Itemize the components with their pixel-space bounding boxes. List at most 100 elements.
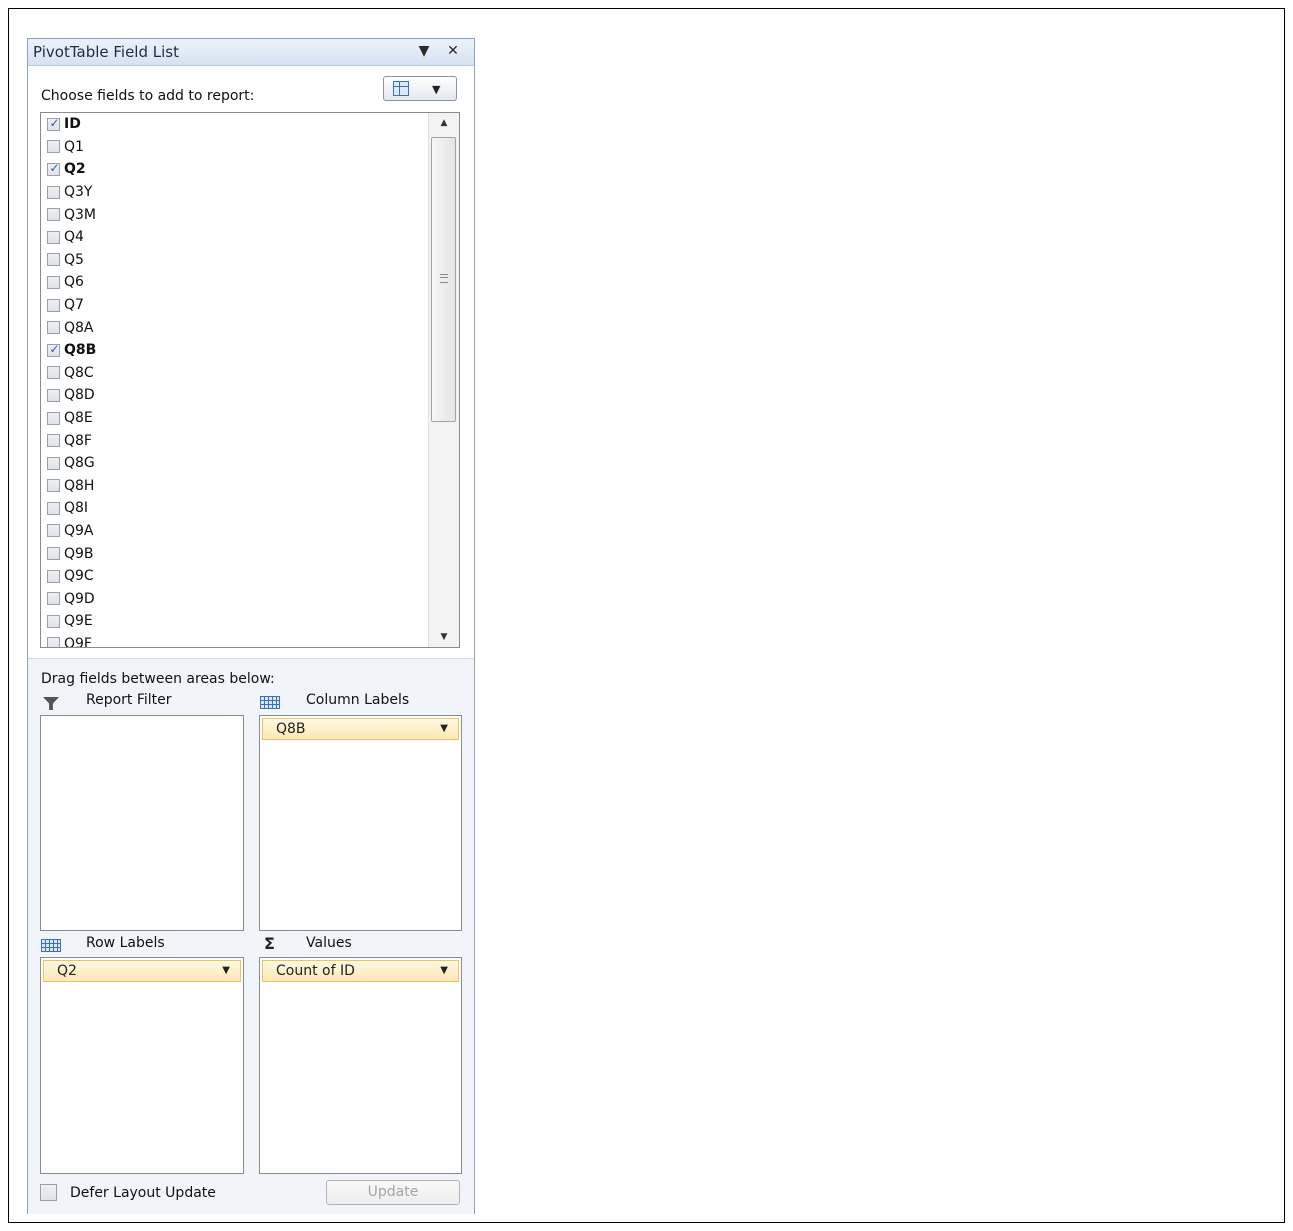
field-label: Q8A	[64, 319, 94, 336]
defer-layout-label: Defer Layout Update	[70, 1184, 216, 1201]
scroll-grip-icon	[440, 274, 448, 283]
check-icon: ✓	[49, 115, 60, 130]
field-item-q1[interactable]: Q1	[41, 136, 429, 159]
scroll-thumb[interactable]	[431, 137, 456, 422]
field-item-q9b[interactable]: Q9B	[41, 542, 429, 565]
field-label: Q8H	[64, 477, 95, 494]
field-checkbox[interactable]	[47, 456, 60, 470]
pane-titlebar: PivotTable Field List ▼ ✕	[28, 39, 474, 66]
field-item-q9d[interactable]: Q9D	[41, 587, 429, 610]
field-checkbox[interactable]: ✓	[47, 341, 60, 357]
field-item-q8f[interactable]: Q8F	[41, 429, 429, 452]
values-field-chip-count-of-id[interactable]: Count of ID ▼	[262, 960, 459, 982]
areas-section: Drag fields between areas below: Report …	[28, 658, 474, 1214]
field-item-q9e[interactable]: Q9E	[41, 610, 429, 633]
field-item-q8c[interactable]: Q8C	[41, 362, 429, 385]
field-list-scrollbar[interactable]: ▲ ▼	[428, 113, 459, 647]
field-item-q7[interactable]: Q7	[41, 294, 429, 317]
field-checkbox[interactable]	[47, 208, 60, 222]
column-labels-title: Column Labels	[306, 692, 410, 708]
field-label: Q4	[64, 229, 84, 246]
pane-options-chevron-down-icon[interactable]: ▼	[415, 42, 433, 60]
field-label: Q8G	[64, 455, 95, 472]
field-checkbox[interactable]	[47, 479, 60, 493]
field-checkbox[interactable]	[47, 592, 60, 606]
scroll-up-arrow-icon[interactable]: ▲	[429, 113, 459, 133]
values-drop-area[interactable]: Count of ID ▼	[259, 957, 462, 1174]
field-list-layout-icon	[393, 81, 409, 96]
check-icon: ✓	[49, 160, 60, 175]
column-field-chip-q8b[interactable]: Q8B ▼	[262, 718, 459, 740]
field-item-q8h[interactable]: Q8H	[41, 475, 429, 498]
field-checkbox[interactable]: ✓	[47, 115, 60, 131]
field-list-layout-button[interactable]: ▼	[383, 76, 457, 101]
field-checkbox[interactable]	[47, 637, 60, 647]
field-label: Q9E	[64, 613, 93, 630]
choose-fields-label: Choose fields to add to report:	[41, 88, 255, 104]
field-item-q2[interactable]: ✓ Q2	[41, 158, 429, 181]
field-checkbox[interactable]	[47, 253, 60, 267]
field-label: Q8C	[64, 364, 94, 381]
field-label: Q8D	[64, 387, 95, 404]
field-label: Q8F	[64, 432, 92, 449]
check-icon: ✓	[49, 341, 60, 356]
field-checkbox[interactable]	[47, 366, 60, 380]
field-checkbox[interactable]	[47, 569, 60, 583]
field-checkbox[interactable]	[47, 524, 60, 538]
field-label: Q9D	[64, 590, 95, 607]
field-checkbox[interactable]	[47, 434, 60, 448]
field-checkbox[interactable]	[47, 298, 60, 312]
field-item-q8g[interactable]: Q8G	[41, 452, 429, 475]
field-item-q3m[interactable]: Q3M	[41, 203, 429, 226]
field-item-q8a[interactable]: Q8A	[41, 316, 429, 339]
field-label: ID	[64, 116, 81, 133]
field-item-q9a[interactable]: Q9A	[41, 520, 429, 543]
defer-checkbox-box[interactable]	[40, 1184, 57, 1201]
field-checkbox[interactable]	[47, 321, 60, 335]
update-button[interactable]: Update	[326, 1180, 460, 1205]
field-checkbox[interactable]	[47, 411, 60, 425]
field-checkbox[interactable]	[47, 547, 60, 561]
field-item-q8i[interactable]: Q8I	[41, 497, 429, 520]
report-filter-drop-area[interactable]	[40, 715, 244, 931]
row-labels-drop-area[interactable]: Q2 ▼	[40, 957, 244, 1174]
field-item-q9c[interactable]: Q9C	[41, 565, 429, 588]
field-item-q8e[interactable]: Q8E	[41, 407, 429, 430]
field-item-q8d[interactable]: Q8D	[41, 384, 429, 407]
field-label: Q2	[64, 161, 86, 178]
field-label: Q1	[64, 138, 84, 155]
chip-label: Q8B	[276, 721, 306, 737]
scroll-down-arrow-icon[interactable]: ▼	[429, 627, 459, 647]
field-item-id[interactable]: ✓ ID	[41, 113, 429, 136]
field-label: Q3M	[64, 206, 97, 223]
field-item-q3y[interactable]: Q3Y	[41, 181, 429, 204]
field-checkbox[interactable]	[47, 230, 60, 244]
chevron-down-icon: ▼	[222, 965, 230, 976]
field-label: Q3Y	[64, 184, 93, 201]
chevron-down-icon: ▼	[432, 83, 441, 96]
field-item-q8b[interactable]: ✓ Q8B	[41, 339, 429, 362]
defer-layout-update-checkbox[interactable]: Defer Layout Update	[40, 1184, 216, 1201]
field-item-q6[interactable]: Q6	[41, 271, 429, 294]
pivot-field-list-pane: PivotTable Field List ▼ ✕ Choose fields …	[27, 38, 475, 1214]
column-labels-drop-area[interactable]: Q8B ▼	[259, 715, 462, 931]
close-icon[interactable]: ✕	[444, 42, 462, 60]
field-checkbox[interactable]	[47, 275, 60, 289]
field-checkbox[interactable]	[47, 185, 60, 199]
field-item-q4[interactable]: Q4	[41, 226, 429, 249]
chip-label: Count of ID	[276, 963, 355, 979]
field-list[interactable]: ✓ ID Q1 ✓ Q2 Q3Y Q3M Q4 Q5 Q6 Q7 Q8A ✓ Q8B Q8C Q8D Q8E Q8…	[40, 112, 460, 648]
field-item-q9f[interactable]: Q9F	[41, 633, 429, 647]
field-checkbox[interactable]	[47, 140, 60, 154]
row-field-chip-q2[interactable]: Q2 ▼	[43, 960, 241, 982]
sigma-icon: Σ	[264, 934, 275, 953]
field-label: Q7	[64, 297, 84, 314]
field-checkbox[interactable]	[47, 388, 60, 402]
field-checkbox[interactable]	[47, 501, 60, 515]
chevron-down-icon: ▼	[440, 965, 448, 976]
values-title: Values	[306, 935, 352, 951]
field-checkbox[interactable]	[47, 614, 60, 628]
field-item-q5[interactable]: Q5	[41, 249, 429, 272]
row-labels-title: Row Labels	[86, 935, 165, 951]
field-checkbox[interactable]: ✓	[47, 160, 60, 176]
